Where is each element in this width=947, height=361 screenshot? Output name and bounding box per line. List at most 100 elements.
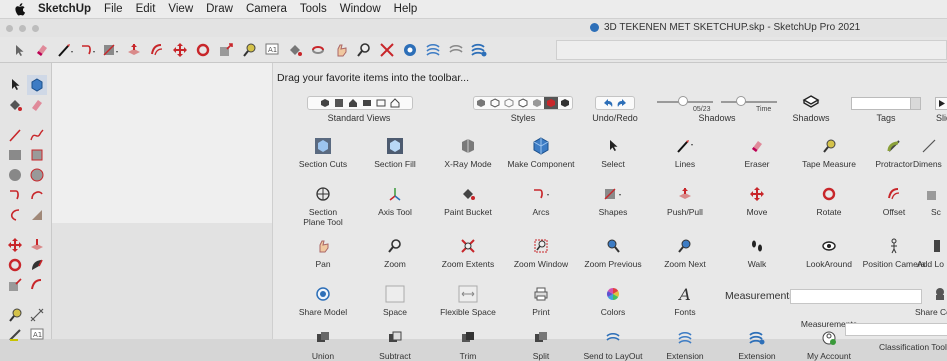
tool-extension-manager[interactable]: Extension [719,329,795,361]
move-icon[interactable] [5,235,25,255]
extension-manager-icon[interactable] [470,41,488,59]
push-pull-icon[interactable] [125,41,143,59]
tool-select[interactable]: Select [575,137,651,169]
close-window-button[interactable] [6,24,13,32]
menu-help[interactable]: Help [394,3,418,15]
tape-measure-icon[interactable] [240,41,258,59]
freehand-icon[interactable] [27,125,47,145]
zoom-window-button[interactable] [32,24,39,32]
layout-icon[interactable] [447,41,465,59]
tool-space[interactable]: Space [357,285,433,317]
tool-extension-warehouse[interactable]: Extension [647,329,723,361]
rotate-icon[interactable] [194,41,212,59]
minimize-window-button[interactable] [19,24,26,32]
tool-section-plane[interactable]: Section Plane Tool [285,185,361,227]
push-pull-icon[interactable] [27,235,47,255]
standard-views-group[interactable] [307,96,413,110]
tool-zoom-next[interactable]: Zoom Next [647,237,723,269]
pie-icon[interactable] [27,205,47,225]
paint-bucket-icon[interactable] [286,41,304,59]
classification-input[interactable] [845,323,947,336]
menu-draw[interactable]: Draw [206,3,233,15]
rectangle-icon[interactable] [5,145,25,165]
lines-icon[interactable] [56,41,74,59]
tool-zoom[interactable]: Zoom [357,237,433,269]
tool-colors[interactable]: Colors [575,285,651,317]
styles-group[interactable] [473,96,573,110]
tool-pan[interactable]: Pan [285,237,361,269]
tool-share-component[interactable]: Share Co [913,285,947,317]
tool-xray-mode[interactable]: X-Ray Mode [430,137,506,169]
pan-icon[interactable] [332,41,350,59]
shadow-date-knob[interactable] [678,96,688,106]
tool-zoom-extents[interactable]: Zoom Extents [430,237,506,269]
tool-subtract[interactable]: Subtract [357,329,433,361]
rotated-rectangle-icon[interactable] [27,145,47,165]
play-icon[interactable] [935,97,947,110]
tool-shapes[interactable]: Shapes [575,185,651,217]
orbit-icon[interactable] [309,41,327,59]
3d-warehouse-icon[interactable] [401,41,419,59]
lines-icon[interactable] [5,125,25,145]
scale-icon[interactable] [5,275,25,295]
tool-split[interactable]: Split [503,329,579,361]
zoom-icon[interactable] [355,41,373,59]
tool-make-component[interactable]: Make Component [503,137,579,169]
arcs-icon[interactable] [79,41,97,59]
shapes-icon[interactable] [102,41,120,59]
menu-app[interactable]: SketchUp [38,3,91,15]
tool-lines[interactable]: Lines [647,137,723,169]
shadows-toggle-icon[interactable] [800,93,822,113]
tool-fonts[interactable]: A Fonts [647,285,723,318]
rotate-icon[interactable] [5,255,25,275]
tool-print[interactable]: Print [503,285,579,317]
toolbar-drop-area[interactable] [556,40,947,60]
tool-paint-bucket[interactable]: Paint Bucket [430,185,506,217]
tool-flexible-space[interactable]: Flexible Space [430,285,506,317]
eraser-icon[interactable] [27,95,47,115]
make-component-icon[interactable] [27,75,47,95]
shadow-time-slider[interactable] [721,101,777,103]
shadow-time-knob[interactable] [736,96,746,106]
tool-arcs[interactable]: Arcs [503,185,579,217]
tool-scale[interactable]: Sc [913,185,947,217]
tool-eraser[interactable]: Eraser [719,137,795,169]
tool-walk[interactable]: Walk [719,237,795,269]
menu-camera[interactable]: Camera [246,3,287,15]
arc-icon[interactable] [5,185,25,205]
menu-window[interactable]: Window [340,3,381,15]
tool-share-model[interactable]: Share Model [285,285,361,317]
tags-dropdown[interactable] [851,97,921,110]
menu-file[interactable]: File [104,3,123,15]
drawing-area[interactable] [52,63,272,339]
follow-me-icon[interactable] [27,255,47,275]
tool-move[interactable]: Move [719,185,795,217]
select-icon[interactable] [5,75,25,95]
scale-icon[interactable] [217,41,235,59]
apple-icon[interactable] [14,2,26,16]
tape-measure-icon[interactable] [5,305,25,325]
paint-bucket-icon[interactable] [5,95,25,115]
tool-zoom-window[interactable]: Zoom Window [503,237,579,269]
three-point-arc-icon[interactable] [5,205,25,225]
undo-redo-group[interactable] [595,96,635,110]
eraser-icon[interactable] [33,41,51,59]
offset-icon[interactable] [27,275,47,295]
extension-warehouse-icon[interactable] [424,41,442,59]
text-icon[interactable]: A1 [263,41,281,59]
tool-add-location[interactable]: Add Lo [913,237,947,269]
menu-view[interactable]: View [168,3,193,15]
tool-dimensions[interactable]: Dimens [913,137,947,169]
tool-trim[interactable]: Trim [430,329,506,361]
tool-axis[interactable]: Axis Tool [357,185,433,217]
tool-push-pull[interactable]: Push/Pull [647,185,723,217]
two-point-arc-icon[interactable] [27,185,47,205]
select-icon[interactable] [10,41,28,59]
move-icon[interactable] [171,41,189,59]
tool-section-fill[interactable]: Section Fill [357,137,433,169]
menu-tools[interactable]: Tools [300,3,327,15]
polygon-icon[interactable] [27,165,47,185]
circle-icon[interactable] [5,165,25,185]
measurements-input[interactable] [790,289,922,304]
tool-section-cuts[interactable]: Section Cuts [285,137,361,169]
